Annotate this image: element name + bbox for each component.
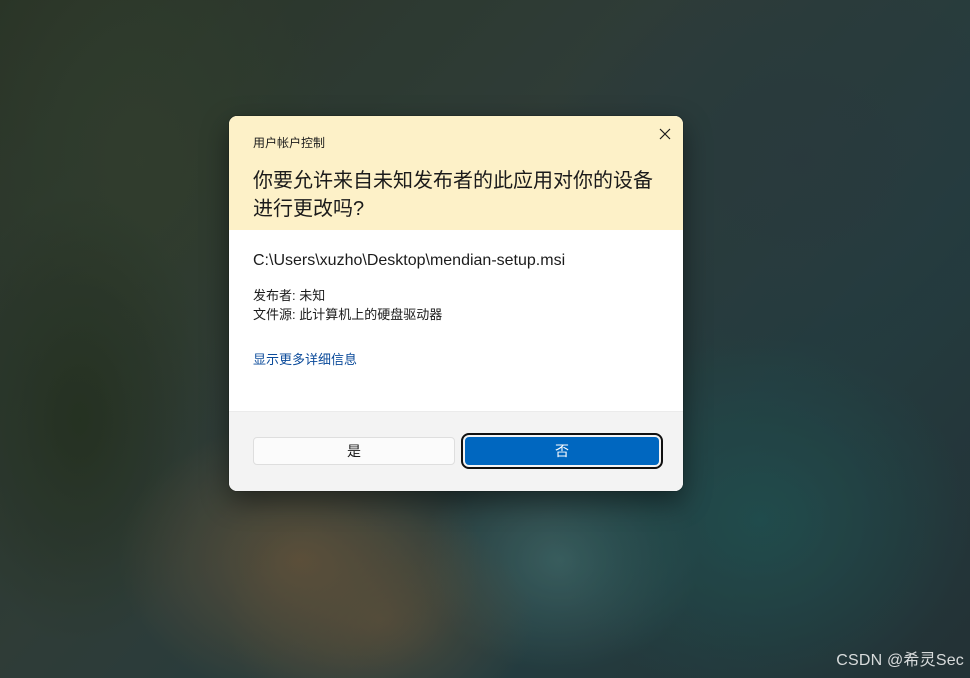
file-origin-text: 文件源: 此计算机上的硬盘驱动器: [253, 307, 443, 322]
dialog-question: 你要允许来自未知发布者的此应用对你的设备进行更改吗?: [253, 170, 653, 220]
close-button[interactable]: [653, 122, 677, 146]
yes-button[interactable]: 是: [253, 437, 455, 465]
close-icon: [659, 128, 671, 140]
show-details-link[interactable]: 显示更多详细信息: [253, 349, 357, 368]
dialog-app-title: 用户帐户控制: [253, 136, 326, 150]
no-button[interactable]: 否: [461, 433, 663, 469]
uac-dialog: 用户帐户控制 你要允许来自未知发布者的此应用对你的设备进行更改吗? C:\Use…: [229, 116, 683, 491]
uac-header: 用户帐户控制 你要允许来自未知发布者的此应用对你的设备进行更改吗?: [229, 116, 683, 230]
publisher-text: 发布者: 未知: [253, 288, 326, 303]
uac-footer: 是 否: [229, 411, 683, 491]
watermark: CSDN @希灵Sec: [836, 652, 964, 669]
file-meta: 发布者: 未知 文件源: 此计算机上的硬盘驱动器: [253, 286, 659, 324]
uac-body: C:\Users\xuzho\Desktop\mendian-setup.msi…: [229, 230, 683, 411]
file-path: C:\Users\xuzho\Desktop\mendian-setup.msi: [253, 252, 566, 269]
desktop-wallpaper: 用户帐户控制 你要允许来自未知发布者的此应用对你的设备进行更改吗? C:\Use…: [0, 0, 970, 678]
